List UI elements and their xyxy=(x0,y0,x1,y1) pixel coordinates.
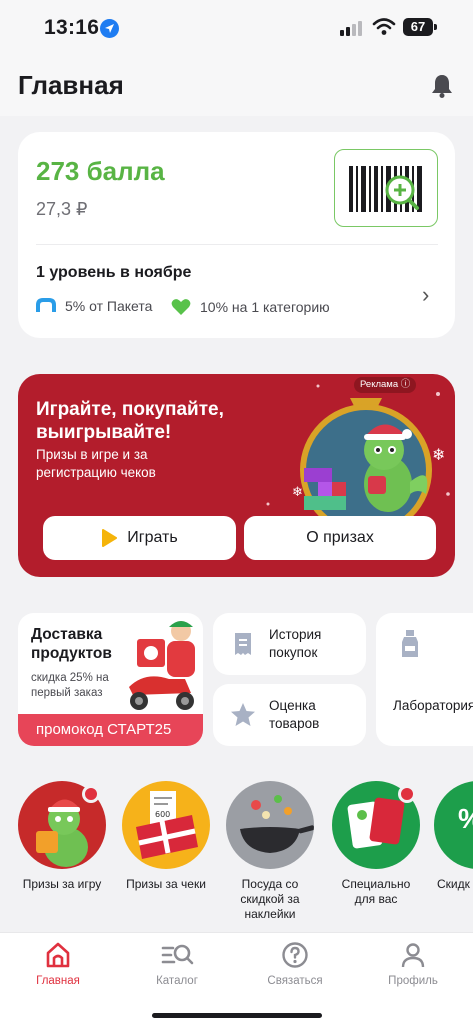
points-balance: 273 балла xyxy=(36,156,165,186)
svg-text:600: 600 xyxy=(155,810,170,819)
story-item[interactable]: % Скидк xyxy=(434,781,473,892)
history-tile[interactable]: История покупок xyxy=(213,613,366,675)
tab-contact[interactable]: Связаться xyxy=(250,941,340,987)
cellular-signal-icon xyxy=(340,20,366,36)
catalog-search-icon xyxy=(161,944,194,965)
delivery-tile[interactable]: Доставка продуктов скидка 25% на первый … xyxy=(18,613,203,746)
level-title: 1 уровень в ноябре xyxy=(36,264,192,281)
story-item[interactable]: Посуда со скидкой за наклейки xyxy=(224,781,316,922)
prizes-info-button[interactable]: О призах xyxy=(244,516,436,560)
page-header: Главная xyxy=(0,56,473,116)
svg-text:❄: ❄ xyxy=(292,485,303,500)
bell-icon[interactable] xyxy=(429,73,455,99)
game-dragon-illustration: ❄ ❄ xyxy=(292,398,445,528)
story-label: Призы за игру xyxy=(22,877,102,891)
lab-tile[interactable]: Лаборатория вкуса xyxy=(376,613,473,746)
tab-label: Связаться xyxy=(267,975,323,987)
story-label: Скидк xyxy=(437,877,470,891)
story-item[interactable]: 600 Призы за чеки xyxy=(120,781,212,892)
tab-profile[interactable]: Профиль xyxy=(368,941,458,987)
story-circle xyxy=(226,781,314,869)
perk-paket: 5% от Пакета xyxy=(36,298,152,314)
status-time: 13:16 xyxy=(44,16,100,39)
points-rub-value: 27,3 ₽ xyxy=(36,199,88,219)
wifi-icon xyxy=(372,18,396,35)
play-icon xyxy=(102,529,118,547)
tab-catalog[interactable]: Каталог xyxy=(132,941,222,987)
question-icon xyxy=(282,942,308,968)
prizes-button-label: О призах xyxy=(306,529,374,546)
home-indicator xyxy=(152,1013,322,1018)
rating-title: Оценка товаров xyxy=(269,698,320,731)
story-circle: 600 xyxy=(122,781,210,869)
svg-text:❄: ❄ xyxy=(432,445,445,464)
promo-subtitle: Призы в игре и за регистрацию чеков xyxy=(36,447,156,480)
courier-scooter-illustration xyxy=(129,621,195,710)
story-label: Посуда со скидкой за наклейки xyxy=(240,877,300,921)
page-title: Главная xyxy=(18,70,124,100)
loyalty-points-card[interactable]: 273 балла 27,3 ₽ 1 уровень в ноябре › 5%… xyxy=(18,132,455,338)
bottle-icon xyxy=(402,630,418,657)
story-unread-dot xyxy=(398,785,416,803)
story-circle: % xyxy=(434,781,473,869)
paket-icon xyxy=(36,298,56,312)
story-label: Специально для вас xyxy=(341,877,411,906)
story-item[interactable]: Призы за игру xyxy=(16,781,108,892)
tab-label: Главная xyxy=(36,975,80,987)
profile-icon xyxy=(401,943,425,968)
tab-label: Профиль xyxy=(388,975,438,987)
history-title: История покупок xyxy=(269,627,322,660)
story-label: Призы за чеки xyxy=(126,877,206,891)
battery-indicator: 67 xyxy=(403,18,437,36)
rating-tile[interactable]: Оценка товаров xyxy=(213,684,366,746)
card-divider xyxy=(36,244,438,245)
gift-receipt-illustration: 600 xyxy=(136,791,198,859)
chevron-right-icon[interactable]: › xyxy=(422,282,429,308)
location-arrow-icon xyxy=(100,19,119,38)
story-item[interactable]: Специально для вас xyxy=(330,781,422,907)
barcode-magnifier-icon xyxy=(349,166,422,212)
home-icon xyxy=(46,942,70,968)
delivery-subtitle: скидка 25% на первый заказ xyxy=(31,672,109,699)
promo-banner[interactable]: Реклама ⓘ Играйте, покупайте, выигрывайт… xyxy=(18,374,455,577)
wok-pan-illustration xyxy=(240,795,314,853)
bottom-tab-bar: Главная Каталог Связаться Профиль xyxy=(0,932,473,1024)
play-button[interactable]: Играть xyxy=(43,516,236,560)
play-button-label: Играть xyxy=(127,529,178,546)
receipt-icon xyxy=(235,633,251,655)
story-unread-dot xyxy=(82,785,100,803)
promo-title: Играйте, покупайте, выигрывайте! xyxy=(36,399,224,443)
perk-label: 10% на 1 категорию xyxy=(200,299,330,315)
heart-icon xyxy=(171,299,191,315)
lab-title: Лаборатория вкуса xyxy=(393,698,473,713)
status-bar: 13:16 67 xyxy=(0,0,473,56)
promo-code[interactable]: промокод СТАРТ25 xyxy=(18,714,203,746)
ad-badge[interactable]: Реклама ⓘ xyxy=(354,377,417,393)
perk-category: 10% на 1 категорию xyxy=(171,298,330,316)
tab-home[interactable]: Главная xyxy=(13,941,103,987)
barcode-button[interactable] xyxy=(334,149,438,227)
star-icon xyxy=(231,703,255,726)
tab-label: Каталог xyxy=(156,975,198,987)
perk-label: 5% от Пакета xyxy=(65,298,153,314)
